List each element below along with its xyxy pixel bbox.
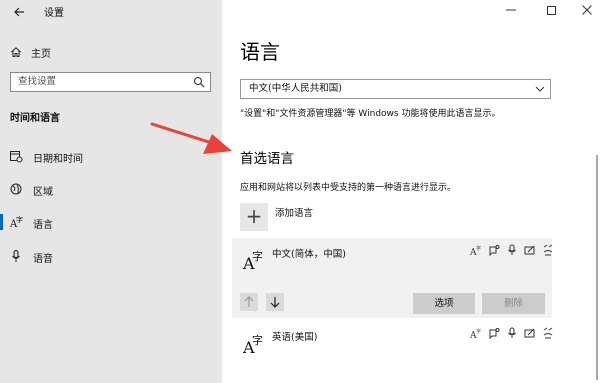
globe-icon [10,183,22,195]
move-down-button[interactable] [266,293,284,311]
chevron-down-icon [535,86,545,92]
back-button[interactable] [8,3,30,21]
handwriting-icon [524,328,535,338]
handwriting-icon [524,245,535,255]
text-to-speech-icon [489,328,500,339]
text-to-speech-icon [489,245,500,256]
home-label: 主页 [31,48,51,60]
preferred-languages-heading: 首选语言 [240,151,294,167]
home-link[interactable]: 主页 [10,43,51,61]
typing-icon [543,244,553,256]
language-glyph-icon: A 字 [243,250,263,273]
language-glyph-icon: A 字 [243,334,263,357]
maximize-button[interactable] [541,4,561,20]
language-features: A字 [470,327,554,339]
section-title: 时间和语言 [10,113,60,124]
microphone-icon [12,250,20,262]
active-indicator [0,214,3,230]
home-icon [11,47,21,57]
language-features: A字 [470,244,554,256]
search-icon[interactable] [193,76,205,88]
language-name: 中文(简体，中国) [272,249,346,260]
move-up-button[interactable] [240,293,258,311]
search-placeholder: 查找设置 [18,76,57,87]
display-language-icon: A字 [470,328,481,339]
minimize-icon [506,9,516,11]
sidebar-item-label: 区域 [33,187,53,198]
search-input[interactable]: 查找设置 [10,72,211,92]
options-button[interactable]: 选项 [413,293,475,314]
plus-icon: + [245,204,263,228]
typing-icon [543,327,553,339]
language-name[interactable]: 英语(美国) [272,329,317,343]
svg-text:字: 字 [476,245,481,252]
close-button[interactable] [577,4,597,20]
minimize-button[interactable] [501,4,521,20]
remove-button[interactable]: 删除 [482,293,545,314]
add-language-button[interactable]: + [240,203,268,231]
page-title: 语言 [240,40,280,64]
arrow-up-icon [244,296,254,307]
speech-recognition-icon [508,244,516,255]
display-language-note: "设置"和"文件资源管理器"等 Windows 功能将使用此语言显示。 [240,109,501,119]
display-language-select[interactable]: 中文(中华人民共和国) [240,79,551,99]
arrow-down-icon [270,297,280,308]
sidebar-item-label: 语音 [33,254,53,265]
display-language-value: 中文(中华人民共和国) [249,83,342,94]
sidebar-item-speech[interactable]: 语音 [0,244,222,268]
svg-text:字: 字 [476,328,481,335]
speech-recognition-icon [508,327,516,338]
maximize-icon [546,6,556,15]
back-arrow-icon [14,7,24,17]
sidebar-item-date-time[interactable]: 日期和时间 [0,144,222,168]
svg-text:字: 字 [16,215,23,224]
app-title: 设置 [44,8,64,19]
sidebar-item-region[interactable]: 区域 [0,177,222,201]
add-language-label[interactable]: 添加语言 [275,205,313,219]
sidebar-item-label: 日期和时间 [33,154,83,165]
preferred-languages-description: 应用和网站将以列表中受支持的第一种语言进行显示。 [240,183,457,193]
scrollbar[interactable] [596,155,598,380]
close-icon [582,5,592,15]
sidebar-item-language[interactable]: A字 语言 [0,210,222,234]
calendar-clock-icon [10,151,23,163]
language-icon: A字 [9,215,23,229]
sidebar-item-label: 语言 [33,220,53,231]
sidebar: 设置 主页 查找设置 时间和语言 日期和时间 区域 A字 语言 语音 [0,0,222,383]
display-language-icon: A字 [470,245,481,256]
